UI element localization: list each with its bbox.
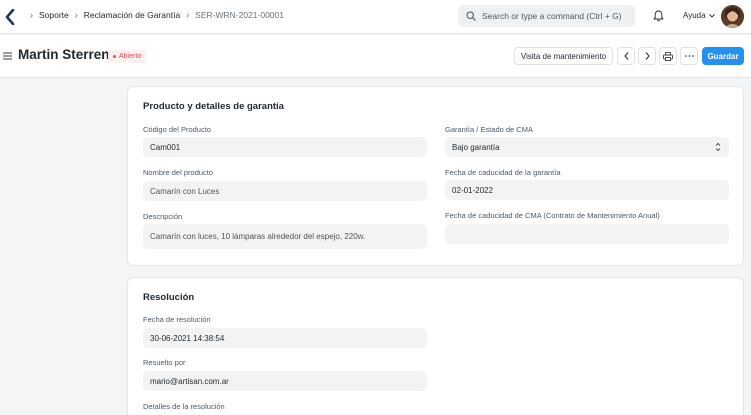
item-name-field: Camarín con Luces: [143, 181, 427, 201]
search-icon: [466, 11, 476, 21]
top-navbar: › Soporte › Reclamación de Garantía › SE…: [0, 0, 751, 34]
resolution-section: Resolución Fecha de resolución 30-06-202…: [127, 277, 744, 415]
amc-expiry-label: Fecha de caducidad de CMA (Contrato de M…: [445, 211, 660, 220]
resolution-date-input[interactable]: 30-06-2021 14:38:54: [143, 328, 427, 348]
warranty-status-value: Bajo garantía: [452, 142, 500, 152]
previous-record-button[interactable]: [617, 47, 635, 65]
resolved-by-label: Resuelto por: [143, 358, 186, 367]
breadcrumb: › Soporte › Reclamación de Garantía › SE…: [24, 10, 284, 20]
item-code-input[interactable]: Cam001: [143, 137, 427, 157]
help-menu[interactable]: Ayuda: [683, 11, 715, 20]
description-field: Camarín con luces, 10 lámparas alrededor…: [143, 224, 427, 249]
resolution-date-label: Fecha de resolución: [143, 315, 211, 324]
chevron-down-icon: [708, 13, 715, 18]
status-dot: [113, 55, 116, 58]
page-header: Martin Sterren Abierto Visita de manteni…: [0, 35, 751, 78]
item-code-label: Código del Producto: [143, 125, 211, 134]
breadcrumb-reclamacion[interactable]: Reclamación de Garantía: [84, 10, 180, 20]
status-badge: Abierto: [108, 50, 147, 63]
chevron-right-icon: ›: [74, 10, 78, 20]
more-icon: [684, 55, 694, 57]
hamburger-icon[interactable]: [3, 52, 12, 60]
bell-icon[interactable]: [653, 10, 664, 22]
description-label: Descripción: [143, 212, 183, 221]
section-title: Resolución: [143, 292, 195, 303]
back-logo-icon[interactable]: [4, 9, 16, 25]
search-input[interactable]: [482, 11, 632, 21]
status-label: Abierto: [119, 53, 142, 60]
print-button[interactable]: [659, 47, 677, 65]
item-name-label: Nombre del producto: [143, 168, 214, 177]
help-label: Ayuda: [683, 11, 706, 20]
printer-icon: [663, 51, 673, 61]
resolved-by-input[interactable]: mario@artisan.com.ar: [143, 371, 427, 391]
next-record-button[interactable]: [638, 47, 656, 65]
more-actions-button[interactable]: [680, 47, 698, 65]
breadcrumb-current: SER-WRN-2021-00001: [195, 10, 284, 20]
search-bar[interactable]: [458, 5, 635, 27]
product-warranty-section: Producto y detalles de garantía Código d…: [127, 86, 744, 266]
amc-expiry-input[interactable]: [445, 224, 729, 244]
warranty-expiry-label: Fecha de caducidad de la garantía: [445, 168, 561, 177]
chevron-right-icon: [645, 52, 650, 60]
warranty-status-label: Garantía / Estado de CMA: [445, 125, 533, 134]
section-title: Producto y detalles de garantía: [143, 101, 284, 112]
warranty-status-select[interactable]: Bajo garantía: [445, 137, 729, 157]
page-title: Martin Sterren: [18, 47, 110, 62]
chevron-right-icon: ›: [186, 10, 190, 20]
resolution-details-label: Detalles de la resolución: [143, 402, 225, 411]
select-caret-icon: [715, 142, 721, 152]
avatar[interactable]: [721, 5, 744, 28]
avatar-image: [721, 5, 744, 28]
chevron-left-icon: [623, 52, 628, 60]
save-button[interactable]: Guardar: [702, 47, 744, 65]
warranty-expiry-input[interactable]: 02-01-2022: [445, 180, 729, 200]
breadcrumb-soporte[interactable]: Soporte: [39, 10, 69, 20]
maintenance-visit-button[interactable]: Visita de mantenimiento: [514, 47, 613, 65]
chevron-right-icon: ›: [30, 10, 33, 20]
